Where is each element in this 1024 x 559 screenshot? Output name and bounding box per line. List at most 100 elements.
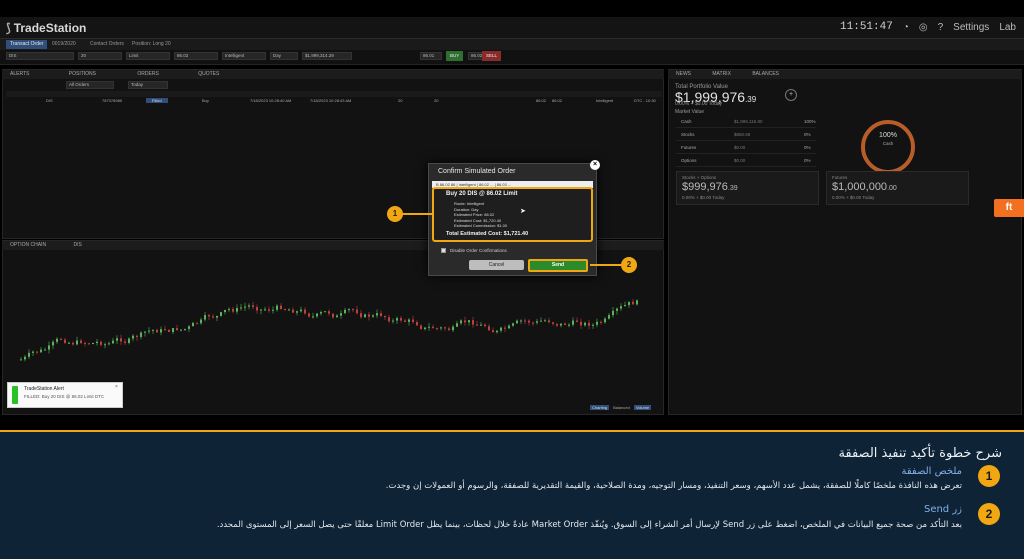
candle-body [268,309,270,311]
candle-body [64,339,66,343]
market-value-row[interactable]: Stocks $860.59 0% [676,129,816,141]
candle-body [636,300,638,305]
candle-body [384,315,386,318]
candle-body [72,342,74,345]
tab-matrix[interactable]: MATRIX [712,71,731,77]
candle-body [212,316,214,318]
candle-body [192,322,194,327]
step-1-heading: ملخص الصفقة [901,466,962,477]
candle-body [172,328,174,332]
tab-balances[interactable]: BALANCES [752,71,779,77]
candle-body [352,309,354,311]
candle-body [360,313,362,318]
card-change: 0.00% + $0.00 Today [832,195,875,200]
cancel-button[interactable]: Cancel [469,260,524,270]
balances-panel-tabs: NEWS MATRIX BALANCES [668,70,1022,79]
candle-body [92,343,94,345]
candle-body [124,341,126,343]
candle-body [552,322,554,324]
candle-body [140,332,142,338]
candle-body [224,309,226,313]
candles-group [20,299,638,362]
candle-body [228,308,230,310]
market-value-row[interactable]: Futures $0.00 0% [676,142,816,154]
allocation-ring [861,120,915,174]
candle-body [480,324,482,326]
candle-body [440,327,442,329]
candle-body [516,320,518,324]
candle-body [320,312,322,314]
market-value-amount: $0.00 [734,158,746,163]
candle-body [436,328,438,330]
card-value: $999,976.39 [682,181,738,193]
candle-body [284,309,286,311]
drawing-toolbar[interactable] [6,258,14,348]
market-value-percent: 100% [804,119,816,124]
card-value-cents: .39 [727,185,738,192]
candle-body [308,313,310,317]
futures-card[interactable]: Futures $1,000,000.00 0.00% + $0.00 Toda… [826,171,969,205]
candle-body [104,344,106,346]
candle-body [32,351,34,353]
candle-body [332,313,334,318]
market-value-row[interactable]: Options $0.00 0% [676,155,816,167]
disable-confirmations-checkbox[interactable] [441,248,446,253]
candle-body [80,340,82,344]
candle-body [44,349,46,351]
send-button[interactable]: Send [528,259,588,272]
close-icon[interactable]: × [590,160,600,170]
callout-line-2 [590,264,622,266]
charting-button[interactable]: Charting [590,405,610,410]
candle-body [404,320,406,322]
card-change: 0.00% + $0.00 Today [682,195,725,200]
candle-body [300,309,302,312]
candle-body [444,327,446,329]
candle-body [340,313,342,316]
candle-body [200,319,202,324]
floating-side-button[interactable]: ft [994,199,1024,217]
order-summary-line: Estimated Commission: $1.00 [454,223,508,228]
balanced-button[interactable]: Balanced [613,405,630,410]
candle-body [316,313,318,317]
candle-body [524,320,526,322]
toast-title: TradeStation Alert [24,386,64,392]
candle-body [628,301,630,306]
candle-body [52,341,54,346]
order-total: Total Estimated Cost: $1,721.40 [446,231,529,237]
candle-body [472,320,474,325]
add-icon[interactable]: + [785,89,797,101]
candle-body [176,328,178,331]
callout-line-1 [402,213,432,215]
candle-body [260,309,262,311]
portfolio-value-cents: .39 [745,95,757,104]
chart-mode-buttons: Charting Balanced Volume [590,405,652,410]
tab-news[interactable]: NEWS [676,71,691,77]
market-value-name: Options [681,158,697,163]
candle-body [112,340,114,344]
card-value-cents: .00 [887,185,897,192]
candle-body [244,306,246,308]
candle-body [416,322,418,326]
candle-body [100,341,102,345]
candle-body [624,305,626,307]
candle-body [556,323,558,326]
candle-body [368,314,370,317]
candle-body [328,311,330,314]
candle-body [400,318,402,321]
candle-body [380,313,382,316]
market-value-name: Stocks [681,132,695,137]
candle-body [392,320,394,322]
candle-body [280,305,282,310]
candle-body [616,308,618,311]
market-value-row[interactable]: Cash $1,999,115.80 100% [676,116,816,128]
toast-close-icon[interactable]: × [115,384,118,390]
candle-body [396,318,398,321]
candle-body [108,343,110,345]
stocks-options-card[interactable]: Stocks + Options $999,976.39 0.00% + $0.… [676,171,819,205]
candle-body [292,309,294,313]
candle-body [452,326,454,331]
market-value-percent: 0% [804,158,811,163]
candle-body [252,305,254,308]
candle-body [592,324,594,326]
volume-button[interactable]: Volume [633,405,652,410]
